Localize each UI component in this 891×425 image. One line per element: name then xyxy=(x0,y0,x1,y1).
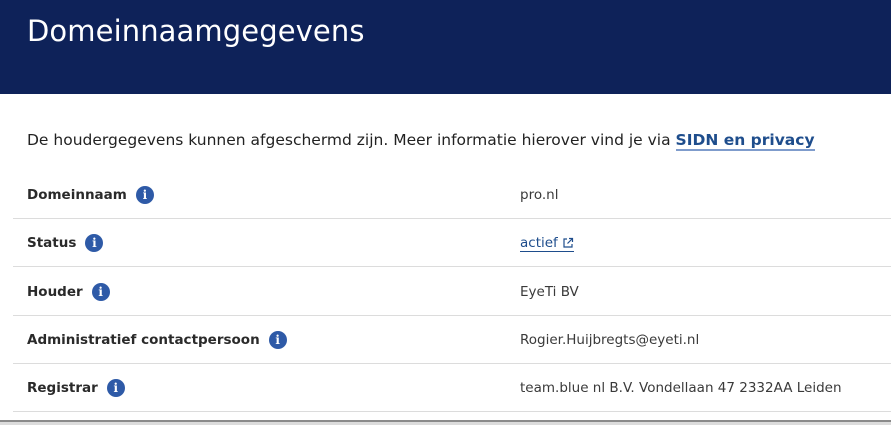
detail-label-registrar: Registrar i xyxy=(27,364,125,412)
info-icon[interactable]: i xyxy=(268,331,287,349)
detail-value-registrar: team.blue nl B.V. Vondellaan 47 2332AA L… xyxy=(520,364,842,412)
detail-value-domeinnaam: pro.nl xyxy=(520,171,558,219)
detail-label-text: Administratief contactpersoon xyxy=(27,332,260,348)
bottom-divider xyxy=(0,420,891,425)
info-icon[interactable]: i xyxy=(135,186,154,204)
detail-row-status: Status i actief xyxy=(0,219,891,267)
detail-label-status: Status i xyxy=(27,219,104,267)
info-icon[interactable]: i xyxy=(106,379,125,397)
detail-label-domeinnaam: Domeinnaam i xyxy=(27,171,154,219)
row-divider xyxy=(13,266,891,267)
detail-value-admin-contact: Rogier.Huijbregts@eyeti.nl xyxy=(520,316,699,364)
detail-value-text: EyeTi BV xyxy=(520,284,579,300)
sidn-privacy-link[interactable]: SIDN en privacy xyxy=(675,131,815,151)
page-header: Domeinnaamgegevens xyxy=(0,0,891,94)
detail-value-text: team.blue nl B.V. Vondellaan 47 2332AA L… xyxy=(520,380,842,396)
detail-value-status: actief xyxy=(520,219,574,267)
external-link-icon xyxy=(563,237,573,248)
info-icon[interactable]: i xyxy=(85,234,104,252)
detail-row-admin-contact: Administratief contactpersoon i Rogier.H… xyxy=(0,316,891,364)
detail-value-text: pro.nl xyxy=(520,187,559,203)
privacy-notice: De houdergegevens kunnen afgeschermd zij… xyxy=(27,129,815,151)
detail-value-houder: EyeTi BV xyxy=(520,268,579,316)
detail-label-text: Registrar xyxy=(27,380,98,396)
status-link-label: actief xyxy=(520,234,558,251)
status-link[interactable]: actief xyxy=(520,235,574,252)
row-divider xyxy=(13,411,891,412)
privacy-notice-text: De houdergegevens kunnen afgeschermd zij… xyxy=(27,131,676,149)
detail-label-houder: Houder i xyxy=(27,268,110,316)
page-title: Domeinnaamgegevens xyxy=(27,14,365,48)
detail-row-houder: Houder i EyeTi BV xyxy=(0,268,891,316)
detail-value-text: Rogier.Huijbregts@eyeti.nl xyxy=(520,332,700,348)
detail-label-admin-contact: Administratief contactpersoon i xyxy=(27,316,287,364)
detail-label-text: Houder xyxy=(27,284,83,300)
detail-row-registrar: Registrar i team.blue nl B.V. Vondellaan… xyxy=(0,364,891,412)
detail-label-text: Domeinnaam xyxy=(27,187,127,203)
info-icon[interactable]: i xyxy=(91,283,110,301)
detail-row-domeinnaam: Domeinnaam i pro.nl xyxy=(0,171,891,219)
detail-label-text: Status xyxy=(27,235,77,251)
